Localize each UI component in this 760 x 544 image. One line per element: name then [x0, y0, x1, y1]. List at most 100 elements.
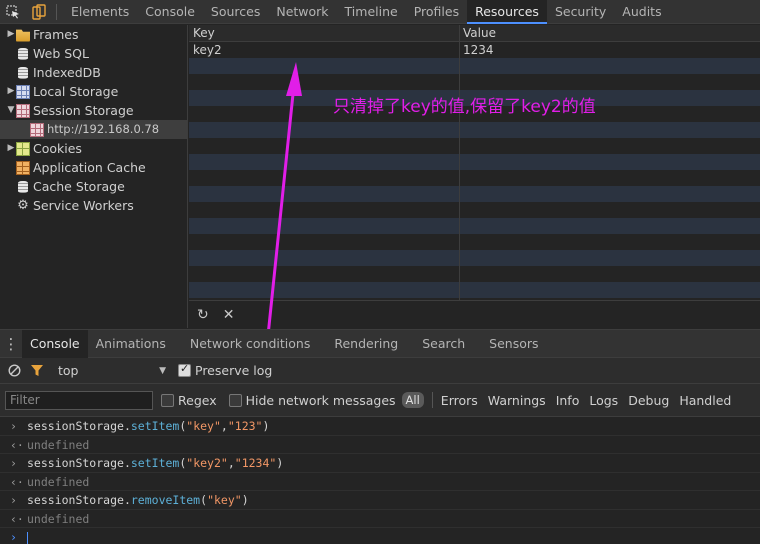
prompt-chevron-icon: › — [10, 456, 17, 470]
filter-divider — [431, 392, 433, 408]
sidebar-item-label: Cache Storage — [33, 179, 125, 194]
table-footer: ↻ ✕ — [189, 300, 760, 328]
session-storage-table: Key Value key2 1234 ↻ ✕ — [189, 25, 760, 328]
tab-security[interactable]: Security — [547, 0, 614, 24]
sidebar-item-service-workers[interactable]: ⚙ Service Workers — [0, 196, 187, 215]
log-object: sessionStorage — [27, 493, 124, 507]
console-prompt[interactable]: › — [0, 528, 760, 544]
context-select[interactable]: top ▼ — [58, 363, 166, 378]
table-header: Key Value — [189, 25, 760, 42]
preserve-log-checkbox[interactable] — [178, 362, 191, 377]
prompt-chevron-icon: › — [10, 530, 17, 544]
drawer-tab-sensors[interactable]: Sensors — [481, 330, 546, 358]
cell-value: 1234 — [463, 43, 494, 57]
log-object: sessionStorage — [27, 456, 124, 470]
text-caret — [27, 531, 28, 544]
drawer-tab-rendering[interactable]: Rendering — [326, 330, 406, 358]
level-warnings[interactable]: Warnings — [488, 393, 546, 408]
log-string-arg: "1234" — [234, 456, 277, 470]
triangle-down-icon[interactable]: ▼ — [6, 101, 16, 120]
regex-toggle[interactable]: Regex — [161, 393, 217, 408]
sidebar-item-application-cache[interactable]: Application Cache — [0, 158, 187, 177]
log-levels: Errors Warnings Info Logs Debug Handled — [441, 393, 742, 408]
inspect-arrow-icon[interactable] — [0, 0, 26, 24]
grid-icon — [16, 103, 30, 118]
level-errors[interactable]: Errors — [441, 393, 478, 408]
sidebar-item-session-storage[interactable]: ▼ Session Storage — [0, 101, 187, 120]
annotation-text: 只清掉了key的值,保留了key2的值 — [333, 97, 596, 117]
clear-console-icon[interactable] — [8, 364, 26, 377]
log-object: sessionStorage — [27, 419, 124, 433]
drawer-tab-network-conditions[interactable]: Network conditions — [182, 330, 318, 358]
toolbar-divider — [56, 3, 57, 20]
triangle-right-icon[interactable]: ▶ — [6, 139, 16, 158]
level-all-button[interactable]: All — [401, 392, 424, 408]
sidebar-item-label: Application Cache — [33, 160, 146, 175]
level-debug[interactable]: Debug — [628, 393, 669, 408]
regex-label: Regex — [178, 392, 217, 408]
triangle-right-icon[interactable]: ▶ — [6, 82, 16, 101]
log-string-arg: "key2" — [186, 456, 228, 470]
tab-resources[interactable]: Resources — [467, 0, 547, 24]
database-icon — [16, 180, 30, 194]
level-info[interactable]: Info — [556, 393, 580, 408]
sidebar-item-frames[interactable]: ▶ Frames — [0, 25, 187, 44]
console-input-line: › sessionStorage.setItem("key2","1234") — [0, 454, 760, 473]
tab-audits[interactable]: Audits — [614, 0, 669, 24]
log-string-arg: "123" — [227, 419, 263, 433]
column-header-value[interactable]: Value — [459, 25, 759, 41]
filter-icon[interactable] — [30, 364, 54, 377]
console-result-line: ‹· undefined — [0, 436, 760, 454]
refresh-icon[interactable]: ↻ — [197, 307, 209, 323]
table-body: key2 1234 — [189, 42, 760, 300]
hide-network-toggle[interactable]: Hide network messages — [228, 393, 396, 408]
filter-input[interactable]: Filter — [5, 390, 153, 410]
log-string-arg: "key" — [207, 493, 242, 507]
grid-icon — [30, 122, 44, 137]
console-result-line: ‹· undefined — [0, 510, 760, 528]
sidebar-item-label: Frames — [33, 27, 79, 42]
tab-network[interactable]: Network — [268, 0, 336, 24]
database-icon — [16, 47, 30, 61]
tab-elements[interactable]: Elements — [63, 0, 137, 24]
console-input-line: › sessionStorage.removeItem("key") — [0, 491, 760, 510]
result-arrow-icon: ‹· — [10, 437, 24, 452]
sidebar-item-cookies[interactable]: ▶ Cookies — [0, 139, 187, 158]
sidebar-item-http-192-168-0-78[interactable]: http://192.168.0.78 — [0, 120, 187, 139]
sidebar-item-label: Web SQL — [33, 46, 89, 61]
preserve-log-toggle[interactable]: Preserve log — [178, 362, 272, 378]
sidebar-item-indexeddb[interactable]: IndexedDB — [0, 63, 187, 82]
sidebar-item-web-sql[interactable]: Web SQL — [0, 44, 187, 63]
drawer-tab-console[interactable]: Console — [22, 329, 88, 358]
console-messages: › sessionStorage.setItem("key","123") ‹· un… — [0, 417, 760, 544]
column-header-key[interactable]: Key — [189, 25, 459, 41]
tab-sources[interactable]: Sources — [203, 0, 268, 24]
sidebar-item-cache-storage[interactable]: Cache Storage — [0, 177, 187, 196]
sidebar-item-label: Service Workers — [33, 198, 134, 213]
sidebar-item-label: IndexedDB — [33, 65, 101, 80]
delete-icon[interactable]: ✕ — [223, 307, 235, 323]
drawer-tab-search[interactable]: Search — [414, 330, 473, 358]
log-method: removeItem — [130, 493, 201, 507]
tab-timeline[interactable]: Timeline — [337, 0, 406, 24]
sidebar-item-local-storage[interactable]: ▶ Local Storage — [0, 82, 187, 101]
context-value: top — [58, 363, 79, 378]
regex-checkbox[interactable] — [161, 393, 174, 407]
device-mode-icon[interactable] — [26, 0, 52, 24]
cookie-icon — [16, 141, 30, 156]
chevron-down-icon: ▼ — [159, 365, 166, 376]
level-logs[interactable]: Logs — [589, 393, 618, 408]
level-handled[interactable]: Handled — [679, 393, 731, 408]
more-options-icon[interactable]: ⋮ — [0, 330, 22, 358]
drawer-tab-animations[interactable]: Animations — [88, 330, 174, 358]
triangle-right-icon[interactable]: ▶ — [6, 25, 16, 44]
tab-console[interactable]: Console — [137, 0, 203, 24]
table-row[interactable]: key2 1234 — [189, 42, 760, 58]
resources-sidebar: ▶ Frames Web SQL IndexedDB ▶ Local Storage ▼ Se… — [0, 25, 188, 328]
prompt-chevron-icon: › — [10, 419, 17, 433]
hide-network-checkbox[interactable] — [228, 393, 242, 407]
tab-profiles[interactable]: Profiles — [406, 0, 467, 24]
grid-icon — [16, 84, 30, 99]
